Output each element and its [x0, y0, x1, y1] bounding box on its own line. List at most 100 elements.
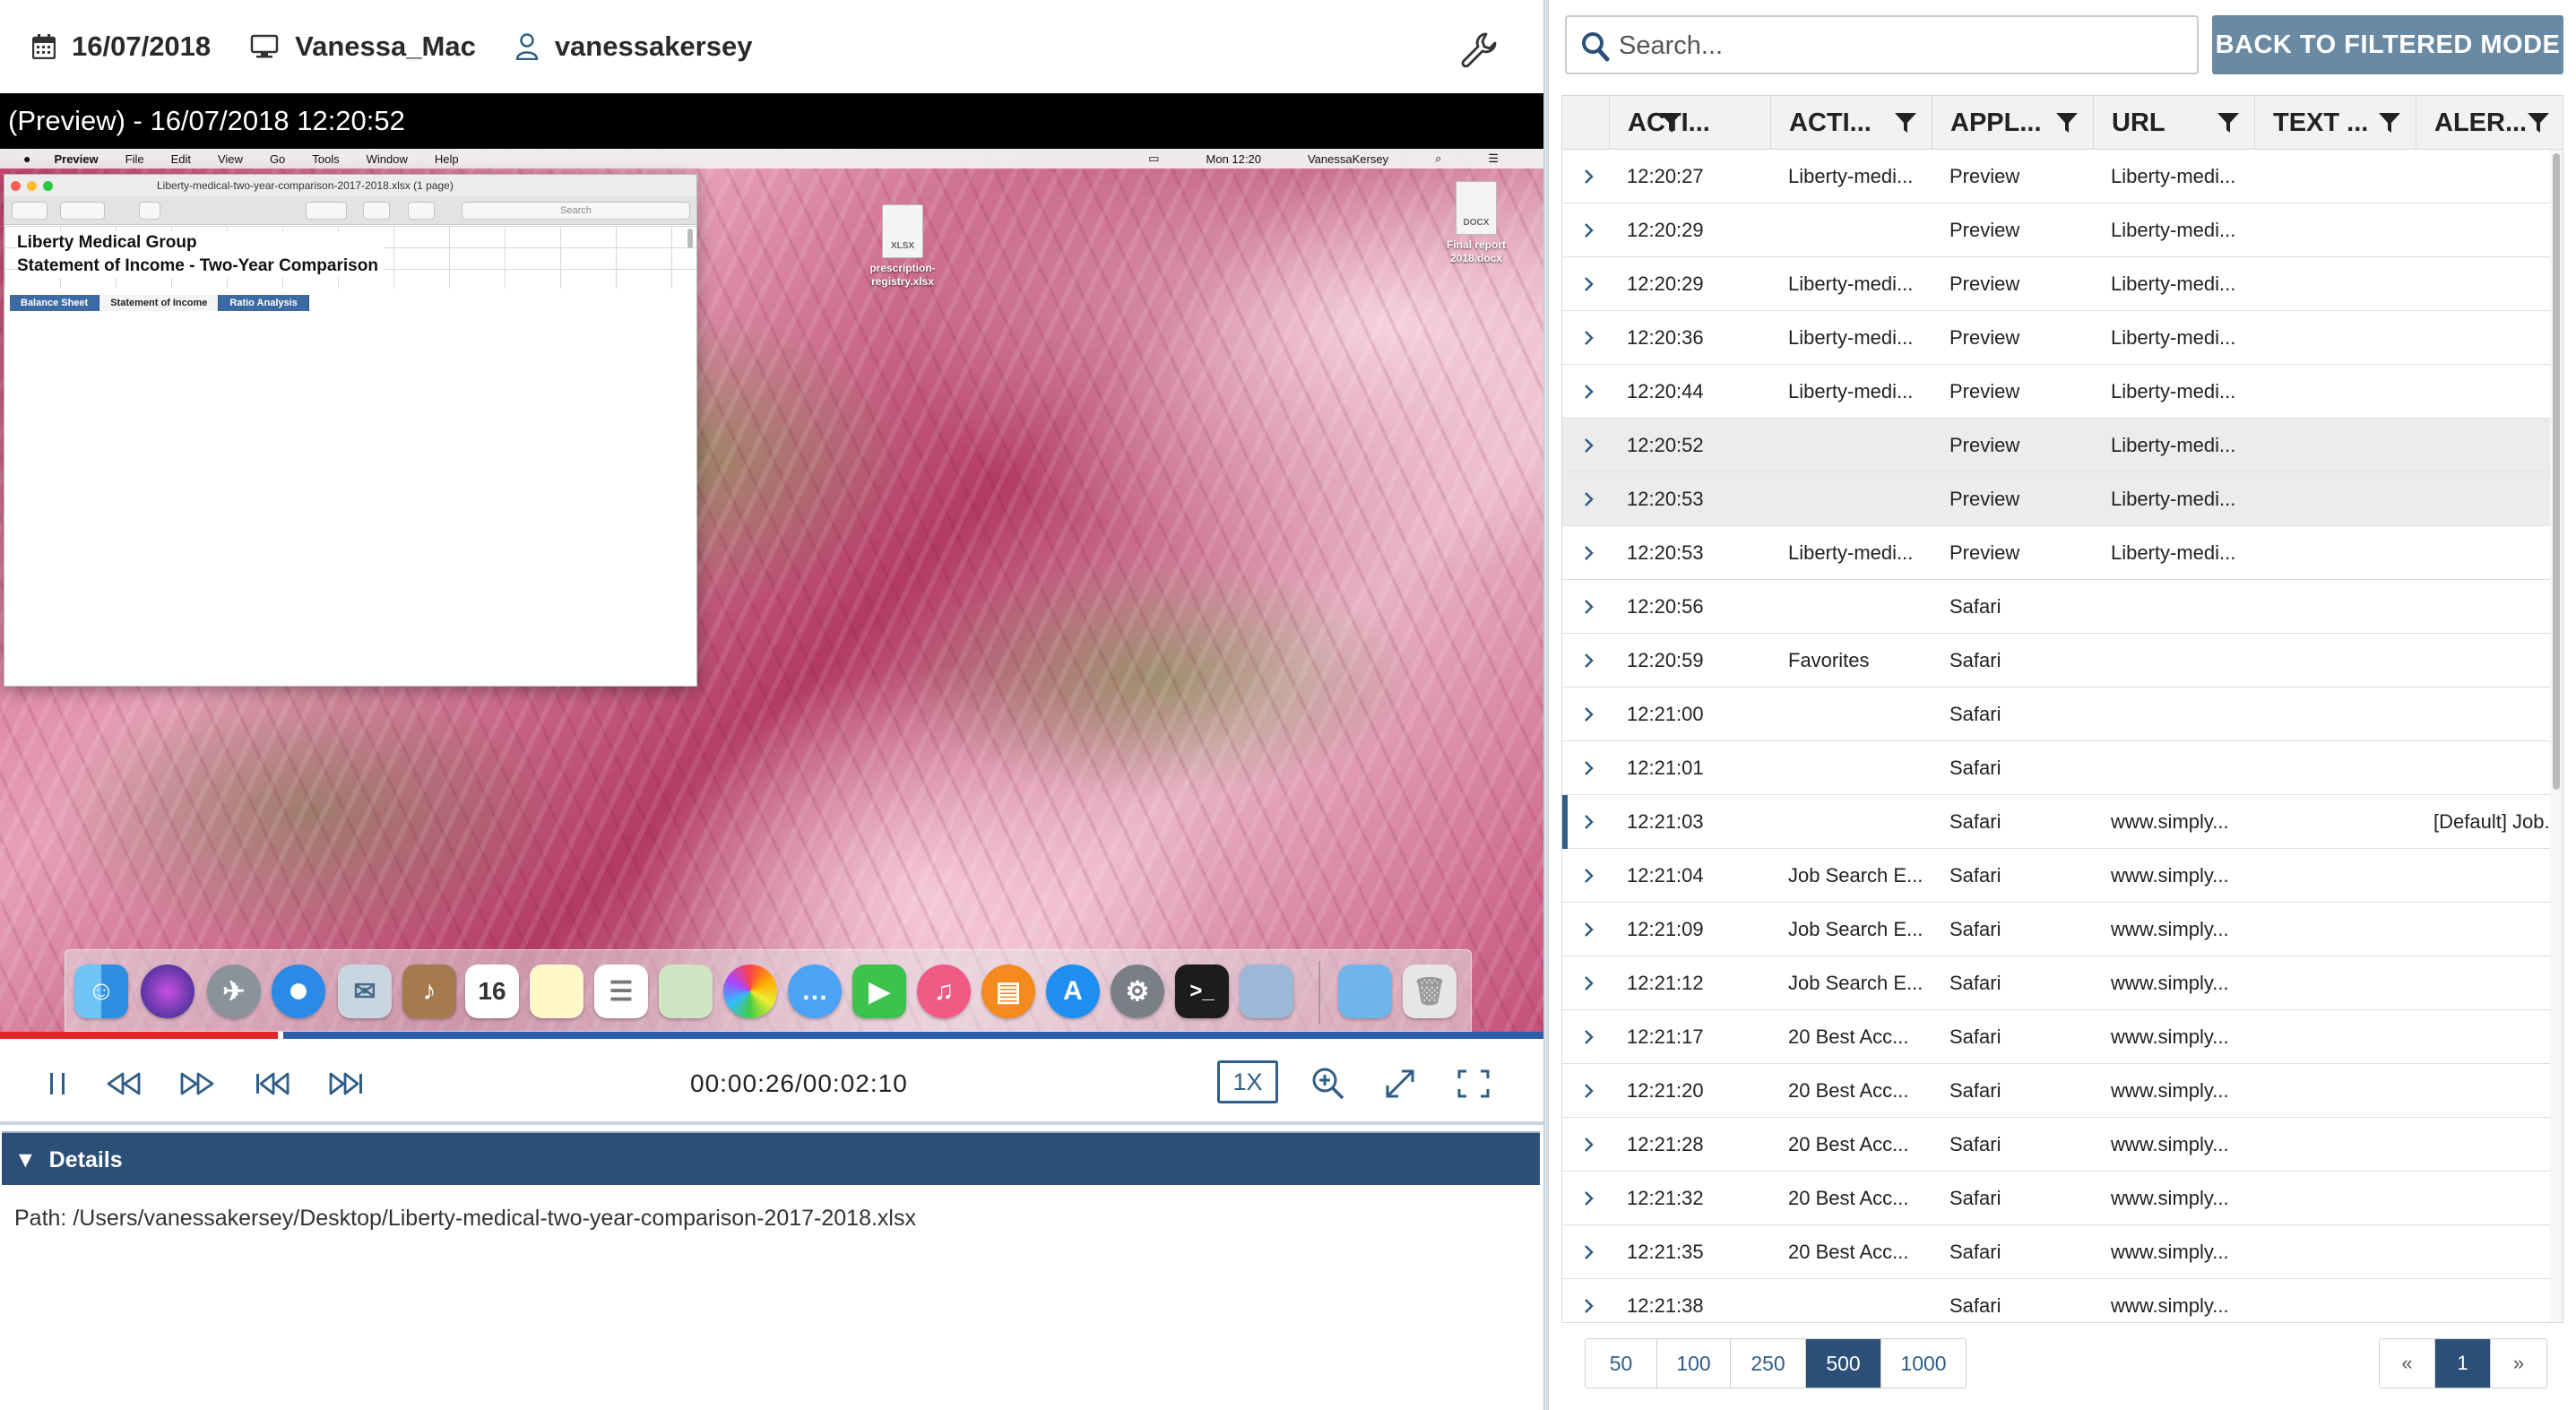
- page-size-option[interactable]: 250: [1731, 1339, 1806, 1388]
- chevron-right-icon[interactable]: [1584, 330, 1595, 346]
- zoom-in-button[interactable]: [1309, 1066, 1348, 1102]
- table-row[interactable]: 12:21:35 20 Best Acc... Safari www.simply..…: [1562, 1225, 2552, 1279]
- preview-window-toolbar: Search: [4, 196, 696, 225]
- chevron-right-icon[interactable]: [1584, 1029, 1595, 1045]
- next-page-button[interactable]: »: [2491, 1339, 2546, 1388]
- table-row[interactable]: 12:21:01 Safari: [1562, 741, 2552, 795]
- fast-forward-button[interactable]: [177, 1066, 217, 1102]
- table-row[interactable]: 12:20:27 Liberty-medi... Preview Liberty-me…: [1562, 150, 2552, 203]
- table-row[interactable]: 12:21:32 20 Best Acc... Safari www.simply..…: [1562, 1172, 2552, 1225]
- search-input[interactable]: [1619, 28, 2183, 64]
- chevron-right-icon[interactable]: [1584, 169, 1595, 185]
- table-row[interactable]: 12:21:20 20 Best Acc... Safari www.simply..…: [1562, 1064, 2552, 1118]
- session-user-text: vanessakersey: [554, 30, 753, 62]
- pause-button[interactable]: [38, 1066, 77, 1102]
- table-scrollbar-thumb[interactable]: [2553, 153, 2560, 790]
- skip-to-end-button[interactable]: [326, 1066, 366, 1102]
- playback-progress-bar[interactable]: [0, 1032, 1543, 1039]
- current-page-button[interactable]: 1: [2435, 1339, 2491, 1388]
- table-row[interactable]: 12:21:38 Safari www.simply...: [1562, 1279, 2552, 1322]
- cell-text: [2272, 1225, 2425, 1279]
- chevron-right-icon[interactable]: [1584, 921, 1595, 938]
- fullscreen-button[interactable]: [1454, 1066, 1493, 1102]
- previous-page-button[interactable]: «: [2380, 1339, 2435, 1388]
- chevron-right-icon[interactable]: [1584, 222, 1595, 238]
- cell-url: www.simply...: [2111, 972, 2229, 994]
- chevron-right-icon[interactable]: [1584, 653, 1595, 669]
- table-row[interactable]: 12:20:53 Liberty-medi... Preview Liberty-me…: [1562, 526, 2552, 580]
- column-header-activity-time[interactable]: ACTI...: [1609, 96, 1710, 150]
- chevron-right-icon[interactable]: [1584, 975, 1595, 991]
- wrench-icon[interactable]: [1459, 30, 1499, 70]
- expand-button[interactable]: [1380, 1066, 1420, 1102]
- table-row[interactable]: 12:21:03 Safari www.simply... [Default] Job…: [1562, 795, 2559, 849]
- column-header-activity[interactable]: ACTI...: [1770, 96, 1932, 150]
- reminders-icon: ☰: [594, 965, 648, 1018]
- table-row[interactable]: 12:21:00 Safari: [1562, 688, 2552, 741]
- column-header-url[interactable]: URL: [2093, 96, 2254, 150]
- page-size-option[interactable]: 1000: [1881, 1339, 1966, 1388]
- table-row[interactable]: 12:21:09 Job Search E... Safari www.simply.…: [1562, 903, 2552, 956]
- cell-url: [2111, 741, 2263, 795]
- filter-funnel-icon[interactable]: [1659, 112, 1682, 134]
- chevron-right-icon[interactable]: [1584, 760, 1595, 776]
- skip-to-start-button[interactable]: [253, 1066, 292, 1102]
- siri-icon: [141, 965, 194, 1018]
- filter-funnel-icon[interactable]: [1894, 112, 1917, 134]
- chevron-right-icon[interactable]: [1584, 276, 1595, 292]
- cell-activity-time: 12:20:27: [1627, 165, 1704, 187]
- page-size-option[interactable]: 100: [1657, 1339, 1731, 1388]
- table-row[interactable]: 12:20:59 Favorites Safari: [1562, 634, 2552, 688]
- table-row[interactable]: 12:21:12 Job Search E... Safari www.simply.…: [1562, 956, 2552, 1010]
- filter-funnel-icon[interactable]: [2527, 112, 2550, 134]
- chevron-right-icon[interactable]: [1584, 1083, 1595, 1099]
- table-row[interactable]: 12:20:29 Preview Liberty-medi...: [1562, 203, 2552, 257]
- app-root: 16/07/2018 Vanessa_Mac vanessakersey (Pr…: [0, 0, 2576, 1410]
- table-row[interactable]: 12:21:28 20 Best Acc... Safari www.simply..…: [1562, 1118, 2552, 1172]
- chevron-right-icon[interactable]: [1584, 599, 1595, 615]
- chevron-right-icon[interactable]: [1584, 1244, 1595, 1260]
- page-size-option[interactable]: 500: [1806, 1339, 1881, 1388]
- session-info-bar: 16/07/2018 Vanessa_Mac vanessakersey: [0, 0, 1543, 93]
- filter-funnel-icon[interactable]: [2055, 112, 2079, 134]
- table-row[interactable]: 12:20:44 Liberty-medi... Preview Liberty-me…: [1562, 365, 2552, 419]
- rewind-button[interactable]: [104, 1066, 143, 1102]
- chevron-right-icon[interactable]: [1584, 814, 1595, 830]
- table-row[interactable]: 12:20:52 Preview Liberty-medi...: [1562, 419, 2552, 472]
- back-to-filtered-mode-button[interactable]: BACK TO FILTERED MODE: [2212, 15, 2563, 74]
- playback-progress-handle[interactable]: [277, 1032, 283, 1039]
- table-row[interactable]: 12:21:17 20 Best Acc... Safari www.simply..…: [1562, 1010, 2552, 1064]
- chevron-right-icon[interactable]: [1584, 868, 1595, 884]
- desktop-file-label: Final report 2018.docx: [1446, 238, 1506, 264]
- table-row[interactable]: 12:20:56 Safari: [1562, 580, 2552, 634]
- cell-alert: [2433, 1279, 2559, 1322]
- cell-alert: [2433, 150, 2559, 203]
- details-section-toggle[interactable]: ▼ Details: [2, 1131, 1540, 1185]
- table-row[interactable]: 12:20:53 Preview Liberty-medi...: [1562, 472, 2552, 526]
- table-row[interactable]: 12:20:36 Liberty-medi... Preview Liberty-me…: [1562, 311, 2552, 365]
- cell-application: Safari: [1949, 757, 2001, 779]
- chevron-right-icon[interactable]: [1584, 384, 1595, 400]
- column-header-alert[interactable]: ALER...: [2416, 96, 2563, 150]
- cell-url: Liberty-medi...: [2111, 380, 2236, 402]
- menubar-item: Help: [434, 151, 459, 166]
- filter-funnel-icon[interactable]: [2217, 112, 2240, 134]
- playback-speed-button[interactable]: 1X: [1217, 1060, 1278, 1103]
- filter-funnel-icon[interactable]: [2378, 112, 2401, 134]
- chevron-right-icon[interactable]: [1584, 1190, 1595, 1207]
- table-row[interactable]: 12:20:29 Liberty-medi... Preview Liberty-me…: [1562, 257, 2552, 311]
- cell-text: [2272, 1172, 2425, 1225]
- table-row[interactable]: 12:21:04 Job Search E... Safari www.simply.…: [1562, 849, 2552, 903]
- chevron-right-icon[interactable]: [1584, 545, 1595, 561]
- chevron-right-icon[interactable]: [1584, 491, 1595, 507]
- column-header-application[interactable]: APPL...: [1932, 96, 2093, 150]
- page-size-option[interactable]: 50: [1586, 1339, 1657, 1388]
- chevron-right-icon[interactable]: [1584, 437, 1595, 454]
- chevron-right-icon[interactable]: [1584, 1137, 1595, 1153]
- apple-icon: ●: [23, 151, 31, 166]
- table-scrollbar[interactable]: [2550, 150, 2563, 1322]
- chevron-right-icon[interactable]: [1584, 1298, 1595, 1314]
- chevron-right-icon[interactable]: [1584, 706, 1595, 722]
- cell-activity-time: 12:21:28: [1627, 1133, 1704, 1155]
- column-header-text[interactable]: TEXT ...: [2254, 96, 2416, 150]
